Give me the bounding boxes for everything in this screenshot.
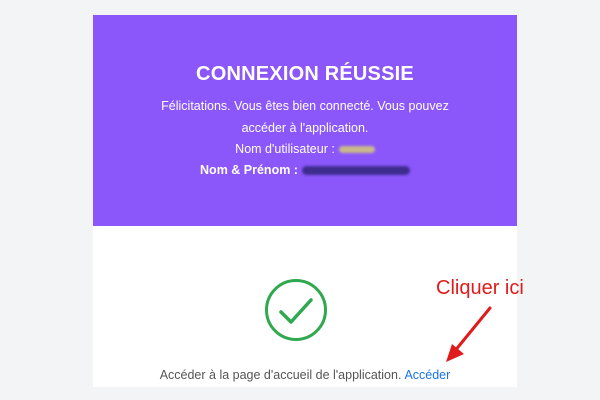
checkmark-circle-icon (264, 278, 328, 342)
arrow-icon (446, 306, 492, 362)
fullname-label: Nom & Prénom : (200, 163, 298, 177)
success-banner: CONNEXION RÉUSSIE Félicitations. Vous êt… (93, 15, 517, 226)
username-label: Nom d'utilisateur : (235, 142, 335, 156)
fullname-redacted (301, 166, 410, 176)
username-redacted (338, 146, 375, 154)
banner-message-line-2: accéder à l'application. (241, 121, 369, 135)
click-here-annotation: Cliquer ici (436, 277, 524, 299)
banner-title: CONNEXION RÉUSSIE (196, 63, 414, 85)
banner-message-line-1: Félicitations. Vous êtes bien connecté. … (161, 99, 449, 113)
fullname-row: Nom & Prénom : (93, 162, 517, 178)
footer-message: Accéder à la page d'accueil de l'applica… (93, 368, 517, 382)
access-app-link[interactable]: Accéder (404, 368, 450, 382)
footer-text: Accéder à la page d'accueil de l'applica… (159, 368, 402, 382)
username-row: Nom d'utilisateur : (93, 141, 517, 157)
